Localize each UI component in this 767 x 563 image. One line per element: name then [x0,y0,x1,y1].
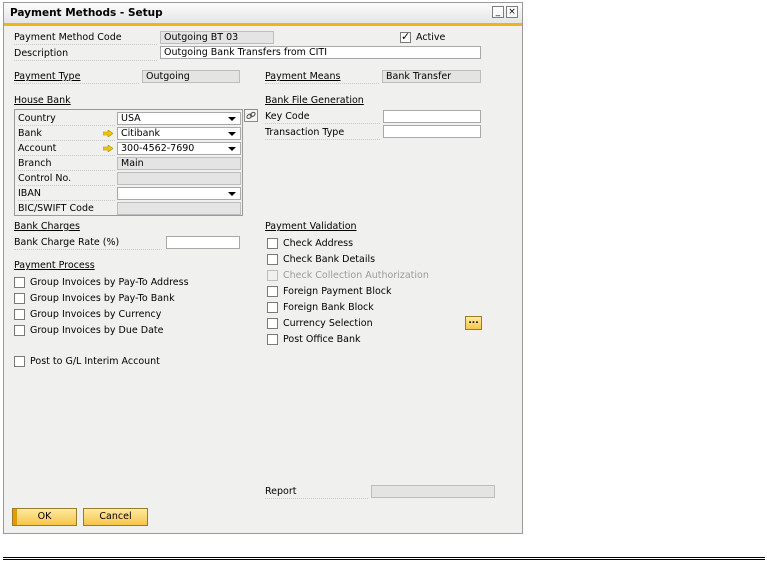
window-title: Payment Methods - Setup [10,7,163,19]
report-label: Report [265,486,297,497]
control-no-field[interactable] [117,172,241,185]
group-by-currency-label: Group Invoices by Currency [30,309,162,320]
payment-type-label: Payment Type [14,71,81,82]
house-bank-label: House Bank [14,95,71,106]
close-button[interactable]: × [506,6,518,18]
check-bank-details-checkbox[interactable] [267,254,278,265]
separator [18,185,115,186]
button-edge [13,509,17,525]
account-select[interactable]: 300-4562-7690 [117,142,241,155]
description-label: Description [14,48,69,59]
separator [18,155,115,156]
bank-charges-label: Bank Charges [14,221,80,232]
description-field[interactable]: Outgoing Bank Transfers from CITI [160,46,481,59]
bank-label: Bank [18,128,42,139]
active-label: Active [416,32,446,43]
check-collection-authorization-checkbox [267,270,278,281]
bank-select[interactable]: Citibank [117,127,241,140]
arrow-right-icon[interactable] [103,145,113,152]
group-by-due-date-label: Group Invoices by Due Date [30,325,164,336]
bank-charge-rate-label: Bank Charge Rate (%) [14,237,120,248]
currency-selection-label: Currency Selection [283,318,373,329]
payment-method-code-label: Payment Method Code [14,32,122,43]
control-no-label: Control No. [18,173,72,184]
separator [14,249,162,250]
check-bank-details-label: Check Bank Details [283,254,376,265]
check-address-label: Check Address [283,238,354,249]
separator [265,123,380,124]
cancel-button-label: Cancel [99,511,132,522]
foreign-bank-block-checkbox[interactable] [267,302,278,313]
transaction-type-field[interactable] [383,125,481,138]
separator [265,139,380,140]
post-office-bank-checkbox[interactable] [267,334,278,345]
arrow-right-icon[interactable] [103,130,113,137]
iban-select[interactable] [117,187,241,200]
minimize-button[interactable]: _ [492,6,504,18]
group-by-pay-to-bank-label: Group Invoices by Pay-To Bank [30,293,175,304]
key-code-label: Key Code [265,111,310,122]
foreign-payment-block-label: Foreign Payment Block [283,286,392,297]
foreign-bank-block-label: Foreign Bank Block [283,302,374,313]
separator [265,498,368,499]
currency-selection-checkbox[interactable] [267,318,278,329]
payment-methods-window: Payment Methods - Setup _ × Payment Meth… [3,2,523,534]
key-code-field[interactable] [383,110,481,123]
separator [265,83,379,84]
group-by-pay-to-address-label: Group Invoices by Pay-To Address [30,277,189,288]
payment-validation-label: Payment Validation [265,221,357,232]
separator [14,44,157,45]
report-field[interactable] [371,485,495,498]
ok-button[interactable]: OK [12,508,77,526]
foreign-payment-block-checkbox[interactable] [267,286,278,297]
country-select[interactable]: USA [117,112,241,125]
post-office-bank-label: Post Office Bank [283,334,361,345]
check-address-checkbox[interactable] [267,238,278,249]
bic-swift-field[interactable] [117,202,241,215]
link-icon[interactable] [244,109,258,122]
transaction-type-label: Transaction Type [265,127,345,138]
cancel-button[interactable]: Cancel [83,508,148,526]
bottom-divider [3,557,765,560]
currency-selection-ellipsis-button[interactable]: ... [465,316,482,330]
separator [14,60,157,61]
active-checkbox[interactable] [400,30,411,43]
group-by-pay-to-address-checkbox[interactable] [14,277,25,288]
separator [18,125,115,126]
post-to-gl-interim-label: Post to G/L Interim Account [30,356,160,367]
branch-field[interactable]: Main [117,157,241,170]
separator [14,83,139,84]
separator [18,200,115,201]
payment-means-label: Payment Means [265,71,341,82]
bank-file-generation-label: Bank File Generation [265,95,364,106]
bic-swift-label: BIC/SWIFT Code [18,203,94,214]
separator [18,140,115,141]
house-bank-group: Country USA Bank Citibank Account 300-45… [14,109,243,216]
payment-means-field[interactable]: Bank Transfer [382,70,481,83]
post-to-gl-interim-checkbox[interactable] [14,356,25,367]
group-by-due-date-checkbox[interactable] [14,325,25,336]
branch-label: Branch [18,158,52,169]
payment-type-field[interactable]: Outgoing [142,70,240,83]
separator [18,170,115,171]
iban-label: IBAN [18,188,41,199]
ok-button-label: OK [37,511,52,522]
group-by-pay-to-bank-checkbox[interactable] [14,293,25,304]
check-collection-authorization-label: Check Collection Authorization [283,270,429,281]
country-label: Country [18,113,56,124]
title-bar: Payment Methods - Setup _ × [4,3,522,26]
payment-process-label: Payment Process [14,260,95,271]
account-label: Account [18,143,57,154]
payment-method-code-field[interactable]: Outgoing BT 03 [160,31,274,44]
group-by-currency-checkbox[interactable] [14,309,25,320]
bank-charge-rate-field[interactable] [166,236,240,249]
